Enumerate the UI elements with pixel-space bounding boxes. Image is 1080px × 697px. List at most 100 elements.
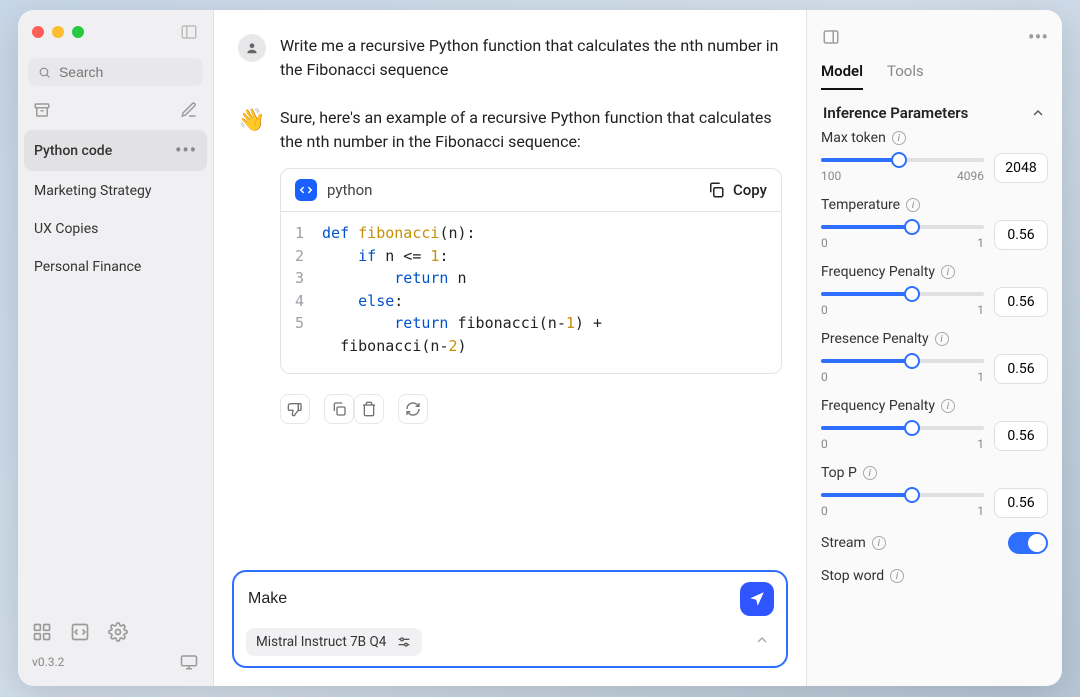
param-max-token: Max token i 100 4096 2048 xyxy=(821,130,1048,183)
model-name: Mistral Instruct 7B Q4 xyxy=(256,634,386,650)
sidebar-item-marketing[interactable]: Marketing Strategy xyxy=(24,173,207,209)
code-body: 12345 def fibonacci(n): if n <= 1: retur… xyxy=(281,212,781,373)
section-inference-parameters[interactable]: Inference Parameters xyxy=(807,90,1062,130)
tab-model[interactable]: Model xyxy=(821,54,863,90)
archive-icon[interactable] xyxy=(32,100,52,120)
info-icon[interactable]: i xyxy=(892,131,906,145)
range-min: 0 xyxy=(821,370,828,384)
sliders-icon xyxy=(396,634,412,650)
sidebar-footer: v0.3.2 xyxy=(18,612,213,686)
chevron-up-icon xyxy=(1030,105,1046,121)
search-input[interactable] xyxy=(59,64,193,80)
sidebar-toolbar xyxy=(18,96,213,130)
sidebar-item-ux-copies[interactable]: UX Copies xyxy=(24,211,207,247)
value-max-token[interactable]: 2048 xyxy=(994,153,1048,183)
panel-collapse-icon[interactable] xyxy=(821,27,841,47)
info-icon[interactable]: i xyxy=(906,198,920,212)
titlebar xyxy=(18,10,213,54)
info-icon[interactable]: i xyxy=(941,265,955,279)
value-presence-penalty[interactable]: 0.56 xyxy=(994,354,1048,384)
bot-message-text: Sure, here's an example of a recursive P… xyxy=(280,106,782,154)
copy-label: Copy xyxy=(733,181,767,199)
chat-list: Python code ••• Marketing Strategy UX Co… xyxy=(18,130,213,612)
user-message-text: Write me a recursive Python function tha… xyxy=(280,34,782,82)
copy-button[interactable]: Copy xyxy=(707,181,767,199)
value-frequency-penalty[interactable]: 0.56 xyxy=(994,287,1048,317)
param-label-text: Max token xyxy=(821,130,886,146)
range-max: 1 xyxy=(977,437,984,451)
apps-icon[interactable] xyxy=(32,622,52,642)
range-min: 0 xyxy=(821,236,828,250)
composer-input[interactable] xyxy=(248,590,740,608)
range-max: 1 xyxy=(977,370,984,384)
range-max: 1 xyxy=(977,504,984,518)
composer-expand-icon[interactable] xyxy=(754,632,774,652)
info-icon[interactable]: i xyxy=(863,466,877,480)
slider-max-token[interactable] xyxy=(821,152,984,168)
minimize-dot[interactable] xyxy=(52,26,64,38)
composer: Mistral Instruct 7B Q4 xyxy=(232,570,788,668)
slider-frequency-penalty-2[interactable] xyxy=(821,420,984,436)
section-title: Inference Parameters xyxy=(823,104,968,122)
version-label: v0.3.2 xyxy=(32,655,64,669)
trash-icon[interactable] xyxy=(354,394,384,424)
search-input-row[interactable] xyxy=(28,58,203,86)
info-icon[interactable]: i xyxy=(890,569,904,583)
code-content: def fibonacci(n): if n <= 1: return n el… xyxy=(322,222,602,357)
gear-icon[interactable] xyxy=(108,622,128,642)
slider-temperature[interactable] xyxy=(821,219,984,235)
code-language: python xyxy=(295,179,372,201)
footer-icons xyxy=(32,622,199,642)
monitor-icon[interactable] xyxy=(179,652,199,672)
range-max: 1 xyxy=(977,236,984,250)
regenerate-icon[interactable] xyxy=(398,394,428,424)
app-window: Python code ••• Marketing Strategy UX Co… xyxy=(18,10,1062,686)
send-button[interactable] xyxy=(740,582,774,616)
stream-toggle[interactable] xyxy=(1008,532,1048,554)
thumbs-down-icon[interactable] xyxy=(280,394,310,424)
sidebar-collapse-icon[interactable] xyxy=(179,22,199,42)
param-temperature: Temperaturei 01 0.56 xyxy=(821,197,1048,250)
slider-presence-penalty[interactable] xyxy=(821,353,984,369)
copy-message-icon[interactable] xyxy=(324,394,354,424)
info-icon[interactable]: i xyxy=(872,536,886,550)
chat-scroll[interactable]: Write me a recursive Python function tha… xyxy=(214,10,806,560)
value-frequency-penalty-2[interactable]: 0.56 xyxy=(994,421,1048,451)
more-icon[interactable]: ••• xyxy=(1028,27,1048,47)
info-icon[interactable]: i xyxy=(935,332,949,346)
range-min: 100 xyxy=(821,169,841,183)
model-chip[interactable]: Mistral Instruct 7B Q4 xyxy=(246,628,422,656)
param-label-text: Stream xyxy=(821,535,866,551)
slider-frequency-penalty[interactable] xyxy=(821,286,984,302)
close-dot[interactable] xyxy=(32,26,44,38)
code-block: python Copy 12345 def fibonacci(n): if n… xyxy=(280,168,782,374)
value-temperature[interactable]: 0.56 xyxy=(994,220,1048,250)
value-top-p[interactable]: 0.56 xyxy=(994,488,1048,518)
user-avatar-icon xyxy=(238,34,266,62)
sidebar-item-label: UX Copies xyxy=(34,221,98,237)
params-list: Max tokeni 1004096 2048 Temperaturei xyxy=(807,130,1062,686)
code-lang-label: python xyxy=(327,181,372,199)
sidebar: Python code ••• Marketing Strategy UX Co… xyxy=(18,10,214,686)
range-max: 4096 xyxy=(957,169,984,183)
param-presence-penalty: Presence Penaltyi 01 0.56 xyxy=(821,331,1048,384)
more-icon[interactable]: ••• xyxy=(175,140,197,161)
slider-top-p[interactable] xyxy=(821,487,984,503)
sidebar-item-personal-finance[interactable]: Personal Finance xyxy=(24,249,207,285)
range-max: 1 xyxy=(977,303,984,317)
traffic-lights xyxy=(32,26,84,38)
right-panel: ••• Model Tools Inference Parameters Max… xyxy=(806,10,1062,686)
new-chat-icon[interactable] xyxy=(179,100,199,120)
sidebar-item-python-code[interactable]: Python code ••• xyxy=(24,130,207,171)
user-message: Write me a recursive Python function tha… xyxy=(238,34,782,82)
fullscreen-dot[interactable] xyxy=(72,26,84,38)
tab-tools[interactable]: Tools xyxy=(887,54,924,90)
range-min: 0 xyxy=(821,303,828,317)
code-header: python Copy xyxy=(281,169,781,212)
code-icon[interactable] xyxy=(70,622,90,642)
range-min: 0 xyxy=(821,437,828,451)
search-icon xyxy=(38,65,51,80)
param-label-text: Frequency Penalty xyxy=(821,398,935,414)
param-label-text: Top P xyxy=(821,465,857,481)
info-icon[interactable]: i xyxy=(941,399,955,413)
